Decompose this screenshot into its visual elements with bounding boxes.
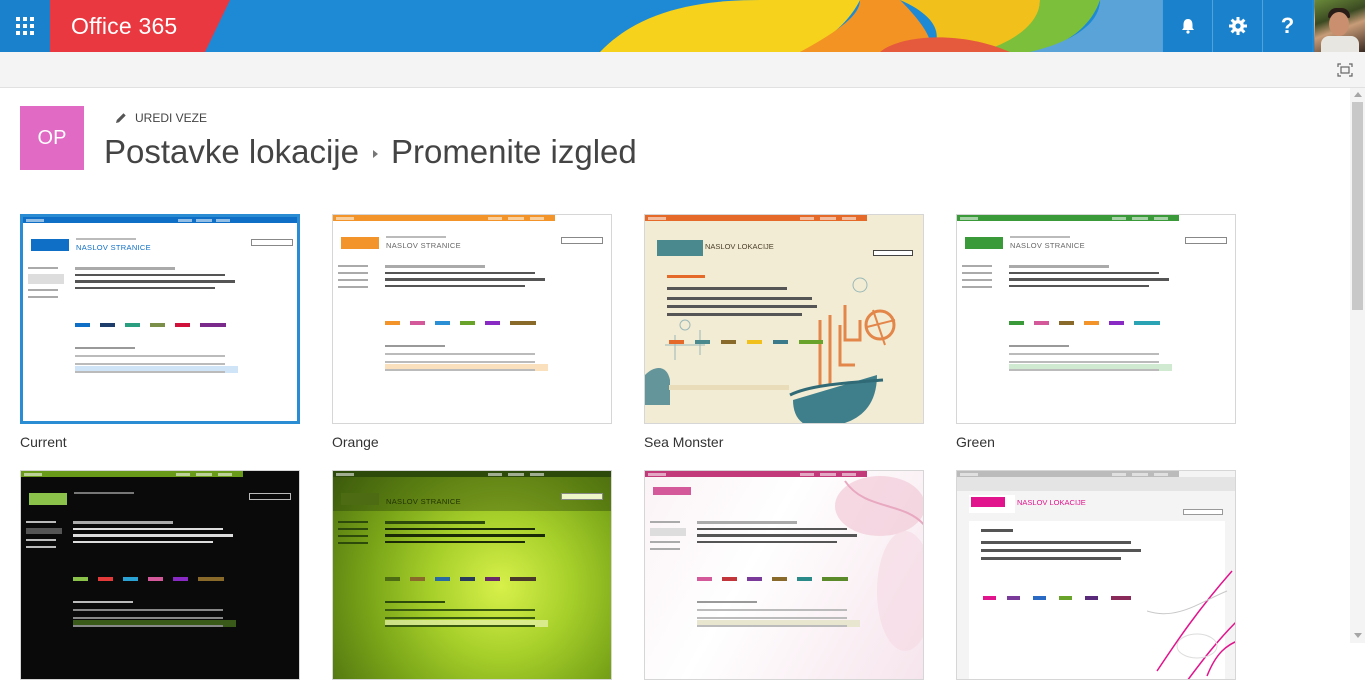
scroll-thumb[interactable]: [1352, 102, 1363, 310]
help-button[interactable]: ?: [1262, 0, 1312, 52]
suite-bar-art: [0, 0, 1365, 52]
gear-icon: [1228, 17, 1247, 35]
design-tile-orange[interactable]: NASLOV STRANICE Orange: [332, 214, 612, 450]
design-thumbnail[interactable]: NASLOV STRANICE: [956, 214, 1236, 424]
design-thumbnail[interactable]: NASLOV STRANICE: [332, 470, 612, 680]
design-name: Orange: [332, 434, 379, 450]
design-tile-magenta[interactable]: NASLOV LOKACIJE: [956, 470, 1236, 680]
breadcrumb-site-settings[interactable]: Postavke lokacije: [104, 133, 359, 171]
edit-links-button[interactable]: UREDI VEZE: [115, 111, 207, 125]
scroll-down-arrow-icon[interactable]: [1354, 633, 1362, 638]
design-thumbnail[interactable]: NASLOV LOKACIJE: [956, 470, 1236, 680]
mini-title: NASLOV STRANICE: [386, 497, 461, 506]
pencil-icon: [116, 113, 126, 123]
design-thumbnail[interactable]: NASLOV STRANICE: [20, 214, 300, 424]
design-thumbnail[interactable]: [20, 470, 300, 680]
design-thumbnail[interactable]: [644, 470, 924, 680]
design-tile-current[interactable]: NASLOV STRANICE Current: [20, 214, 300, 450]
suite-bar: Office 365 ?: [0, 0, 1365, 52]
design-name: Green: [956, 434, 995, 450]
design-thumbnail[interactable]: NASLOV STRANICE: [332, 214, 612, 424]
help-icon: ?: [1280, 13, 1295, 38]
edit-links-label: UREDI VEZE: [135, 111, 208, 125]
mini-title: NASLOV STRANICE: [76, 243, 151, 252]
breadcrumb-arrow-icon: [372, 150, 378, 158]
vertical-scrollbar[interactable]: [1350, 88, 1365, 643]
site-logo[interactable]: OP: [20, 106, 84, 170]
mini-title: NASLOV LOKACIJE: [705, 242, 774, 251]
focus-on-content-icon[interactable]: [1337, 63, 1353, 77]
bell-icon: [1181, 19, 1194, 34]
notifications-button[interactable]: [1162, 0, 1212, 52]
mini-title: NASLOV STRANICE: [386, 241, 461, 250]
ribbon: [0, 52, 1365, 88]
app-launcher-button[interactable]: [0, 0, 50, 52]
design-thumbnail[interactable]: NASLOV LOKACIJE: [644, 214, 924, 424]
design-tile-sea-monster[interactable]: NASLOV LOKACIJE Sea Monster: [644, 214, 924, 450]
scroll-up-arrow-icon[interactable]: [1354, 92, 1362, 97]
breadcrumb-change-look: Promenite izgled: [390, 133, 637, 170]
office-365-brand[interactable]: Office 365: [71, 13, 177, 40]
design-tile-dark[interactable]: [20, 470, 300, 680]
waffle-icon: [16, 17, 34, 35]
design-tile-lime[interactable]: NASLOV STRANICE: [332, 470, 612, 680]
design-tile-green[interactable]: NASLOV STRANICE Green: [956, 214, 1236, 450]
design-name: Current: [20, 434, 67, 450]
design-tile-pink[interactable]: [644, 470, 924, 680]
page-title-breadcrumb: Postavke lokacije Promenite izgled: [104, 133, 637, 171]
mini-title: NASLOV STRANICE: [1010, 241, 1085, 250]
user-avatar[interactable]: [1314, 0, 1365, 52]
design-name: Sea Monster: [644, 434, 724, 450]
settings-button[interactable]: [1212, 0, 1262, 52]
mini-title: NASLOV LOKACIJE: [1017, 498, 1086, 507]
